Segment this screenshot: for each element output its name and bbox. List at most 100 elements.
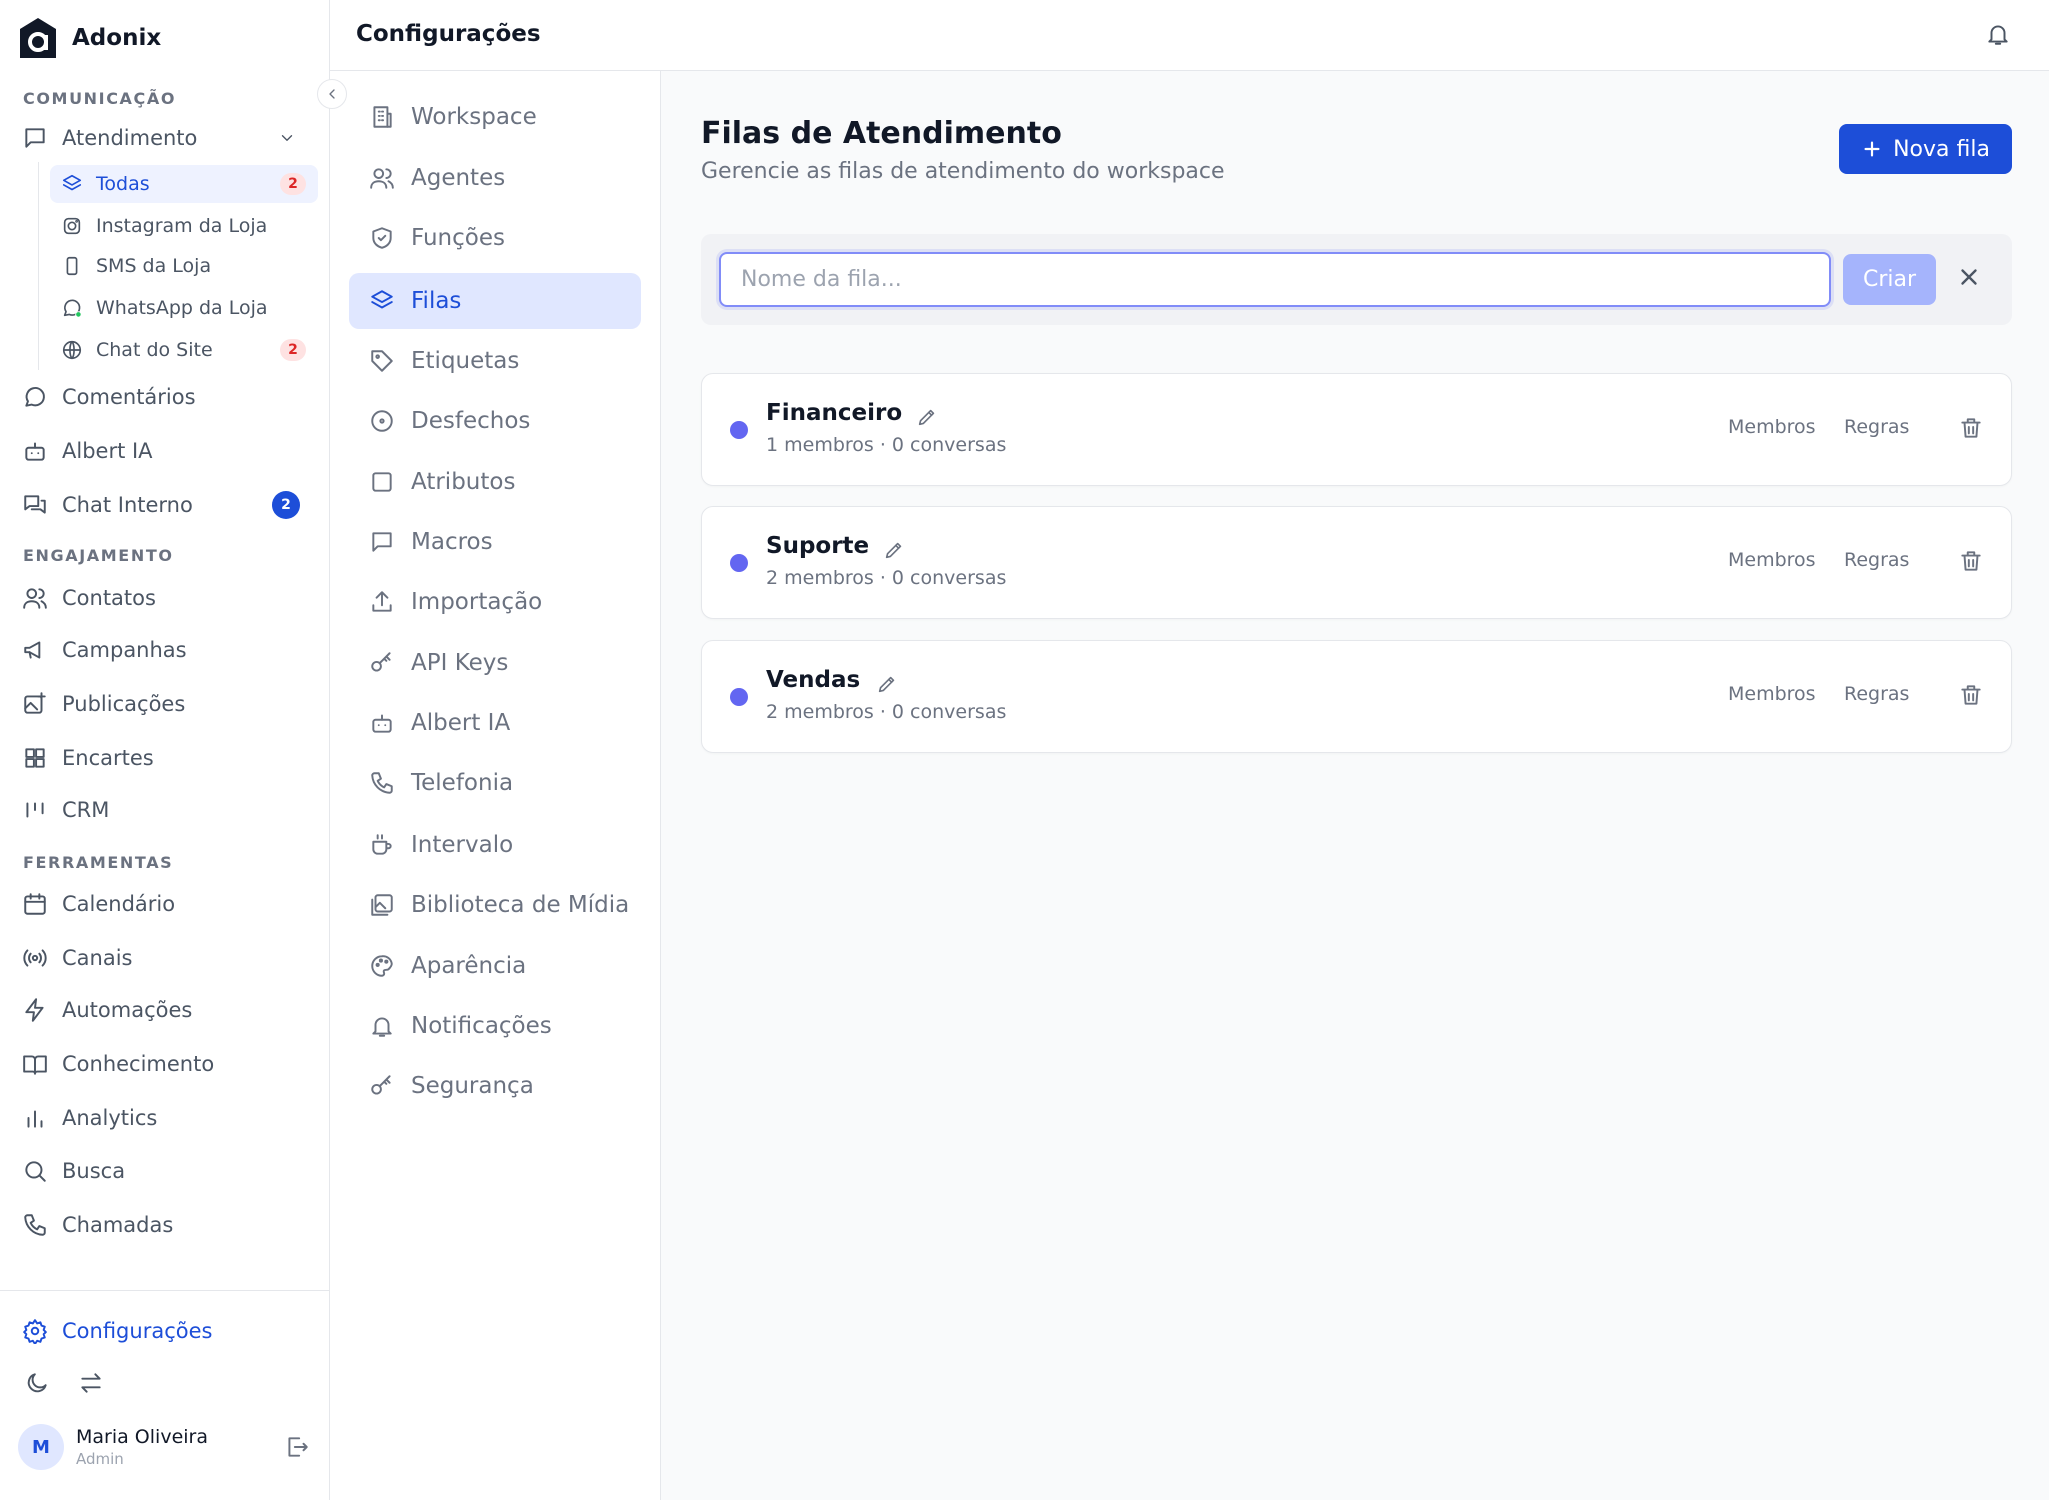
sidebar-item-comentarios[interactable]: Comentários	[22, 377, 312, 417]
sidebar-item-label: Contatos	[62, 586, 156, 610]
sidebar-item-analytics[interactable]: Analytics	[22, 1098, 312, 1138]
instagram-icon	[60, 214, 84, 238]
collapse-sidebar-button[interactable]	[317, 79, 347, 109]
unread-badge: 2	[280, 339, 306, 361]
sidebar-item-configuracoes[interactable]: Configurações	[22, 1311, 312, 1351]
bot-icon	[369, 710, 395, 736]
settings-item-biblioteca-midia[interactable]: Biblioteca de Mídia	[349, 877, 641, 933]
settings-item-atributos[interactable]: Atributos	[349, 454, 641, 510]
sidebar-subitem-instagram[interactable]: Instagram da Loja	[50, 207, 318, 245]
sidebar-item-label: Campanhas	[62, 638, 187, 662]
globe-icon	[60, 338, 84, 362]
brand[interactable]: Adonix	[18, 17, 161, 59]
settings-item-telefonia[interactable]: Telefonia	[349, 755, 641, 811]
sidebar-item-busca[interactable]: Busca	[22, 1151, 312, 1191]
bell-icon[interactable]	[1985, 21, 2011, 47]
bar-chart-icon	[22, 1105, 48, 1131]
calendar-icon	[22, 891, 48, 917]
sidebar-subitem-whatsapp[interactable]: WhatsApp da Loja	[50, 289, 318, 327]
sidebar-item-label: Albert IA	[62, 439, 153, 463]
sidebar-utilities	[24, 1370, 104, 1396]
queue-rules-link[interactable]: Regras	[1844, 416, 1909, 438]
settings-item-workspace[interactable]: Workspace	[349, 89, 641, 145]
sidebar-subitem-todas[interactable]: Todas 2	[50, 165, 318, 203]
settings-item-desfechos[interactable]: Desfechos	[349, 393, 641, 449]
sidebar-subitem-label: Todas	[96, 173, 150, 195]
sidebar-item-calendario[interactable]: Calendário	[22, 884, 312, 924]
queue-meta: 2 membros · 0 conversas	[766, 567, 1007, 589]
queue-color-dot	[730, 688, 748, 706]
queue-members-link[interactable]: Membros	[1728, 683, 1816, 705]
square-icon	[369, 469, 395, 495]
settings-item-label: Intervalo	[411, 832, 514, 858]
settings-item-filas[interactable]: Filas	[349, 273, 641, 329]
bot-icon	[22, 438, 48, 464]
settings-item-seguranca[interactable]: Segurança	[349, 1058, 641, 1114]
sidebar-item-label: Busca	[62, 1159, 126, 1183]
moon-icon[interactable]	[24, 1370, 50, 1396]
trash-icon[interactable]	[1958, 682, 1984, 708]
phone-device-icon	[60, 254, 84, 278]
plus-icon	[1861, 138, 1883, 160]
switch-icon[interactable]	[78, 1370, 104, 1396]
key-icon	[369, 1073, 395, 1099]
queue-name-input[interactable]	[719, 252, 1831, 307]
message-square-icon	[369, 529, 395, 555]
sidebar-item-chamadas[interactable]: Chamadas	[22, 1205, 312, 1245]
sidebar-item-automacoes[interactable]: Automações	[22, 990, 312, 1030]
sidebar-item-conhecimento[interactable]: Conhecimento	[22, 1044, 312, 1084]
new-queue-button[interactable]: Nova fila	[1839, 124, 2012, 174]
queue-members-link[interactable]: Membros	[1728, 416, 1816, 438]
pencil-icon[interactable]	[874, 671, 900, 697]
close-icon[interactable]	[1956, 264, 1982, 290]
trash-icon[interactable]	[1958, 548, 1984, 574]
tag-icon	[369, 348, 395, 374]
pencil-icon[interactable]	[881, 537, 907, 563]
layers-icon	[60, 172, 84, 196]
sidebar-item-campanhas[interactable]: Campanhas	[22, 630, 312, 670]
sidebar-item-label: Chamadas	[62, 1213, 174, 1237]
phone-icon	[22, 1212, 48, 1238]
sidebar-item-crm[interactable]: CRM	[22, 790, 312, 830]
settings-item-importacao[interactable]: Importação	[349, 574, 641, 630]
sidebar-item-chat-interno[interactable]: Chat Interno 2	[22, 485, 312, 525]
settings-item-albert-ia[interactable]: Albert IA	[349, 695, 641, 751]
settings-nav: Workspace Agentes Funções Filas Etiqueta…	[330, 71, 661, 1500]
sidebar-item-encartes[interactable]: Encartes	[22, 738, 312, 778]
settings-item-api-keys[interactable]: API Keys	[349, 635, 641, 691]
kanban-icon	[22, 797, 48, 823]
queue-rules-link[interactable]: Regras	[1844, 683, 1909, 705]
chevron-down-icon[interactable]	[274, 125, 300, 151]
queue-members-link[interactable]: Membros	[1728, 549, 1816, 571]
settings-item-agentes[interactable]: Agentes	[349, 150, 641, 206]
sidebar-item-contatos[interactable]: Contatos	[22, 578, 312, 618]
sidebar-subitem-label: Instagram da Loja	[96, 215, 268, 237]
settings-item-funcoes[interactable]: Funções	[349, 210, 641, 266]
image-plus-icon	[22, 691, 48, 717]
settings-item-notificacoes[interactable]: Notificações	[349, 998, 641, 1054]
create-queue-button[interactable]: Criar	[1843, 254, 1936, 305]
sidebar-item-atendimento[interactable]: Atendimento	[22, 118, 312, 158]
sidebar-item-canais[interactable]: Canais	[22, 938, 312, 978]
sidebar-item-albert-ia[interactable]: Albert IA	[22, 431, 312, 471]
user-role: Admin	[76, 1450, 124, 1468]
upload-icon	[369, 589, 395, 615]
settings-item-etiquetas[interactable]: Etiquetas	[349, 333, 641, 389]
queue-rules-link[interactable]: Regras	[1844, 549, 1909, 571]
settings-item-macros[interactable]: Macros	[349, 514, 641, 570]
main-content: Filas de Atendimento Gerencie as filas d…	[661, 71, 2049, 1500]
settings-item-intervalo[interactable]: Intervalo	[349, 817, 641, 873]
user-profile[interactable]: M Maria Oliveira Admin	[18, 1423, 310, 1471]
users-icon	[369, 165, 395, 191]
sidebar-subitem-sms[interactable]: SMS da Loja	[50, 247, 318, 285]
trash-icon[interactable]	[1958, 415, 1984, 441]
sidebar-item-publicacoes[interactable]: Publicações	[22, 684, 312, 724]
sidebar-subitem-chat-site[interactable]: Chat do Site 2	[50, 331, 318, 369]
sidebar-subitem-label: Chat do Site	[96, 339, 213, 361]
settings-item-aparencia[interactable]: Aparência	[349, 938, 641, 994]
logout-icon[interactable]	[284, 1434, 310, 1460]
users-icon	[22, 585, 48, 611]
section-label-ferramentas: FERRAMENTAS	[23, 853, 174, 872]
section-title: Filas de Atendimento	[701, 116, 1062, 151]
pencil-icon[interactable]	[914, 404, 940, 430]
